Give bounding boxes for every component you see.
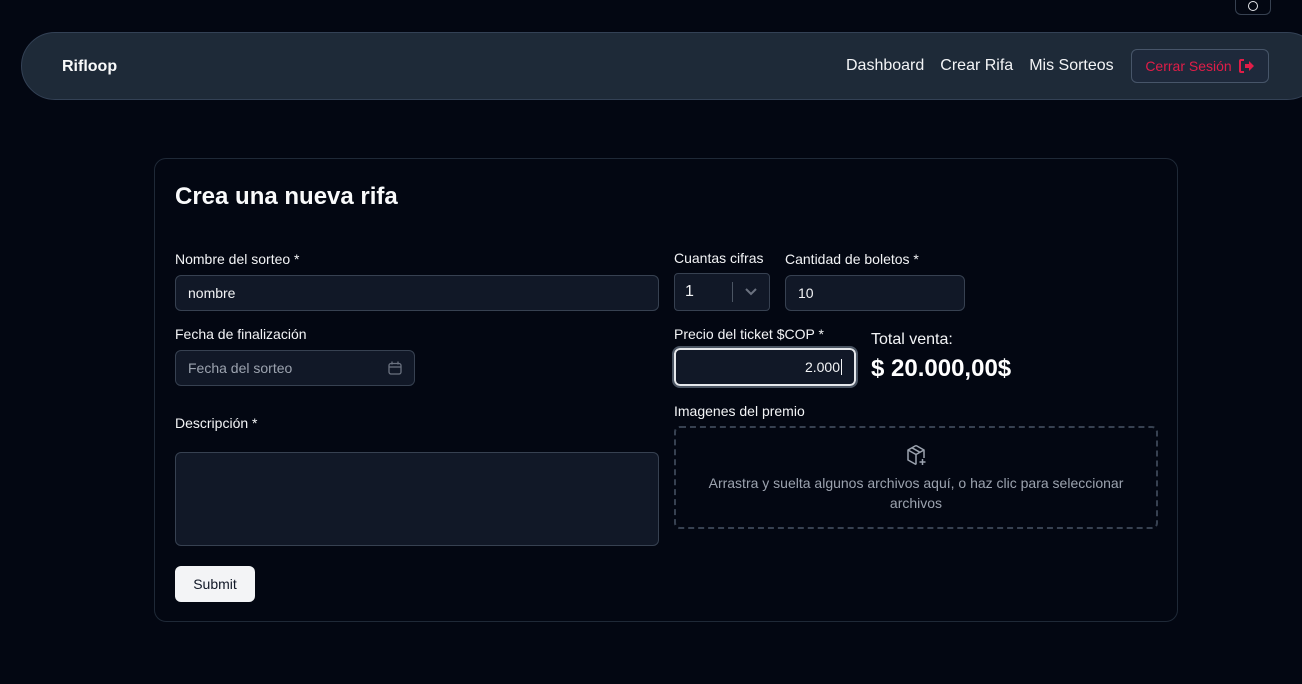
- chevron-down-icon[interactable]: [733, 288, 769, 296]
- brand-logo[interactable]: Rifloop: [62, 58, 117, 76]
- end-date-placeholder: Fecha del sorteo: [188, 360, 293, 376]
- logout-button[interactable]: Cerrar Sesión: [1131, 49, 1269, 83]
- total-sale-label: Total venta:: [871, 331, 953, 348]
- images-label: Imagenes del premio: [674, 403, 805, 419]
- end-date-label: Fecha de finalización: [175, 326, 307, 342]
- submit-button[interactable]: Submit: [175, 566, 255, 602]
- logout-icon: [1238, 59, 1254, 73]
- name-input[interactable]: nombre: [175, 275, 659, 311]
- page-title: Crea una nueva rifa: [175, 183, 398, 210]
- create-raffle-card: Crea una nueva rifa Nombre del sorteo * …: [154, 158, 1178, 622]
- tickets-input[interactable]: 10: [785, 275, 965, 311]
- nav-create-raffle-link[interactable]: Crear Rifa: [940, 57, 1013, 75]
- tickets-label: Cantidad de boletos *: [785, 251, 919, 267]
- digits-select[interactable]: 1: [674, 273, 770, 311]
- price-input[interactable]: 2.000: [672, 346, 858, 388]
- price-label: Precio del ticket $COP *: [674, 326, 824, 342]
- total-sale-value: $ 20.000,00$: [871, 355, 1012, 382]
- navbar: Rifloop Dashboard Crear Rifa Mis Sorteos…: [21, 32, 1302, 100]
- logout-label: Cerrar Sesión: [1145, 58, 1232, 74]
- description-label: Descripción *: [175, 415, 258, 431]
- tickets-input-value: 10: [798, 285, 814, 301]
- image-dropzone[interactable]: Arrastra y suelta algunos archivos aquí,…: [674, 426, 1158, 529]
- dropzone-text: Arrastra y suelta algunos archivos aquí,…: [708, 474, 1124, 511]
- price-input-value: 2.000: [804, 359, 840, 375]
- name-label: Nombre del sorteo *: [175, 251, 300, 267]
- text-caret: [841, 359, 842, 375]
- theme-toggle-button[interactable]: [1235, 0, 1271, 15]
- digits-select-value: 1: [685, 283, 694, 300]
- nav-my-draws-link[interactable]: Mis Sorteos: [1029, 57, 1113, 75]
- name-input-value: nombre: [188, 285, 236, 301]
- description-textarea[interactable]: [175, 452, 659, 546]
- calendar-icon[interactable]: [388, 361, 402, 375]
- digits-label: Cuantas cifras: [674, 250, 764, 266]
- package-plus-icon: [907, 444, 926, 465]
- end-date-input[interactable]: Fecha del sorteo: [175, 350, 415, 386]
- nav-dashboard-link[interactable]: Dashboard: [846, 57, 924, 75]
- nav-links: Dashboard Crear Rifa Mis Sorteos: [846, 57, 1114, 75]
- theme-toggle-icon: [1248, 1, 1258, 11]
